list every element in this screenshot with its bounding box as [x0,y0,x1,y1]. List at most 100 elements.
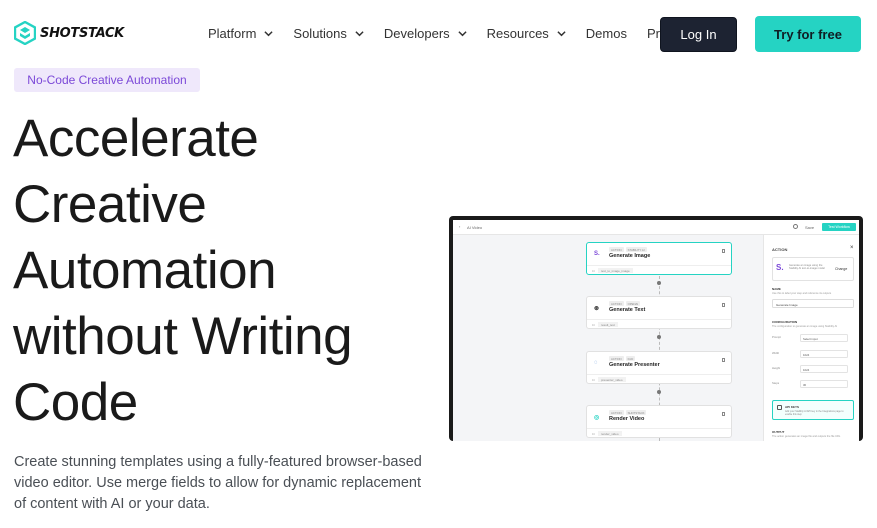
config-label: Prompt [772,335,782,339]
config-row: Prompt Select input [772,334,854,343]
nav-developers-label: Developers [383,26,450,41]
action-description: Generate an image using the Stability AI… [789,264,825,271]
workflow-node: S. ACTION STABILITY AI Generate Image ⊡ t… [586,242,732,275]
workflow-title: AI Video [467,225,483,230]
action-panel: ACTION × S. Generate an image using the … [763,235,859,441]
config-value: Select input [800,334,848,342]
panel-header: ACTION [772,247,788,252]
output-label: ⊡ [592,269,595,273]
hero-headline: Accelerate Creative Automation without W… [13,106,353,436]
output-label: ⊡ [592,323,595,327]
output-help: The action generates an image file and o… [772,435,841,438]
node-output: presenter_video [598,377,626,382]
try-for-free-button[interactable]: Try for free [755,16,861,52]
save-label: Save [805,225,815,230]
nav-platform[interactable]: Platform [208,26,274,41]
login-button[interactable]: Log In [660,17,737,52]
chevron-down-icon [264,31,274,37]
node-tag: STABILITY AI [625,247,647,252]
api-key-notice: API KEYS Add your Stability AI API key i… [772,400,854,420]
notice-text: Add your Stability AI API key in the Int… [785,410,844,416]
workflow-node: ⊛ ACTION OPENAI Generate Text ⊡ result_te… [586,296,732,329]
config-label: Width [772,351,780,355]
headline-line: Automation [13,241,277,300]
did-icon: ◌ [594,360,598,366]
step-name-field: Generate Image [772,299,854,308]
nav-platform-label: Platform [208,26,257,41]
nav-solutions-label: Solutions [293,26,347,41]
node-tag: SHOTSTACK [625,410,647,415]
node-tag: ACTION [609,410,624,415]
connector-dot [657,281,661,285]
chevron-down-icon [557,31,566,37]
name-help: Use this to label your step and referenc… [772,292,832,295]
openai-icon: ⊛ [594,306,600,312]
workflow-node: ◌ ACTION D-ID Generate Presenter ⊡ presen… [586,351,732,384]
hero-badge: No-Code Creative Automation [14,68,200,92]
node-title: Generate Presenter [609,362,660,368]
connector-dot [657,390,661,394]
node-output: result_text [598,322,618,327]
product-screenshot: ‹ AI Video Save Test Workflow S. ACTION … [449,216,863,441]
chevron-down-icon [458,31,467,37]
config-value: 30 [800,380,848,388]
output-label: ⊡ [592,432,595,436]
node-tag: ACTION [609,356,624,361]
name-section-label: NAME [772,287,781,291]
trash-icon [722,303,725,307]
config-value: 1024 [800,365,848,373]
headline-line: without Writing [13,307,353,366]
output-section-label: OUTPUT [772,430,785,434]
workflow-editor: ‹ AI Video Save Test Workflow S. ACTION … [453,220,859,441]
top-navigation: SHOTSTACK Platform Solutions Developers … [0,0,877,68]
key-icon [777,405,782,410]
stability-icon: S. [776,263,784,272]
node-output: render_video [598,431,622,436]
headline-line: Creative [13,175,207,234]
workflow-canvas: S. ACTION STABILITY AI Generate Image ⊡ t… [453,235,757,441]
shotstack-hex-logo-icon [14,21,36,45]
chevron-down-icon [355,31,364,37]
config-value: 1024 [800,350,848,358]
test-workflow-button: Test Workflow [822,223,856,231]
back-arrow-icon: ‹ [459,224,461,229]
node-title: Generate Image [609,253,651,259]
node-tag: ACTION [609,247,624,252]
connector-dot [657,335,661,339]
trash-icon [722,249,725,253]
close-icon: × [850,245,854,251]
editor-topbar: ‹ AI Video Save Test Workflow [453,220,859,235]
config-row: Height 1024 [772,365,854,374]
node-tag: OPENAI [625,301,641,306]
nav-links: Platform Solutions Developers Resources … [208,26,707,41]
stability-icon: S. [594,251,600,257]
shotstack-logo[interactable]: SHOTSTACK [14,21,124,45]
brand-name: SHOTSTACK [40,25,124,41]
config-label: Height [772,366,781,370]
config-section-label: CONFIGURATION [772,320,798,324]
nav-solutions[interactable]: Solutions [293,26,364,41]
nav-resources[interactable]: Resources [487,26,566,41]
output-label: ⊡ [592,378,595,382]
nav-resources-label: Resources [486,26,549,41]
nav-demos-label: Demos [585,26,627,41]
config-row: Width 1024 [772,350,854,359]
config-help: The configuration to generate an image u… [772,325,838,328]
info-icon [793,224,798,229]
trash-icon [722,358,725,362]
config-row: Steps 30 [772,380,854,389]
node-title: Generate Text [609,307,646,313]
node-tag: ACTION [609,301,624,306]
hero-subcopy: Create stunning templates using a fully-… [14,454,422,512]
change-action-button: Change [835,267,848,271]
action-card: S. Generate an image using the Stability… [772,257,854,281]
node-tag: D-ID [625,356,636,361]
config-label: Steps [772,381,780,385]
node-title: Render Video [609,416,645,422]
shotstack-icon: ◎ [594,415,600,421]
trash-icon [722,412,725,416]
nav-developers[interactable]: Developers [384,26,467,41]
nav-demos[interactable]: Demos [586,26,627,41]
headline-line: Accelerate [13,109,259,168]
workflow-node: ◎ ACTION SHOTSTACK Render Video ⊡ render_… [586,405,732,438]
